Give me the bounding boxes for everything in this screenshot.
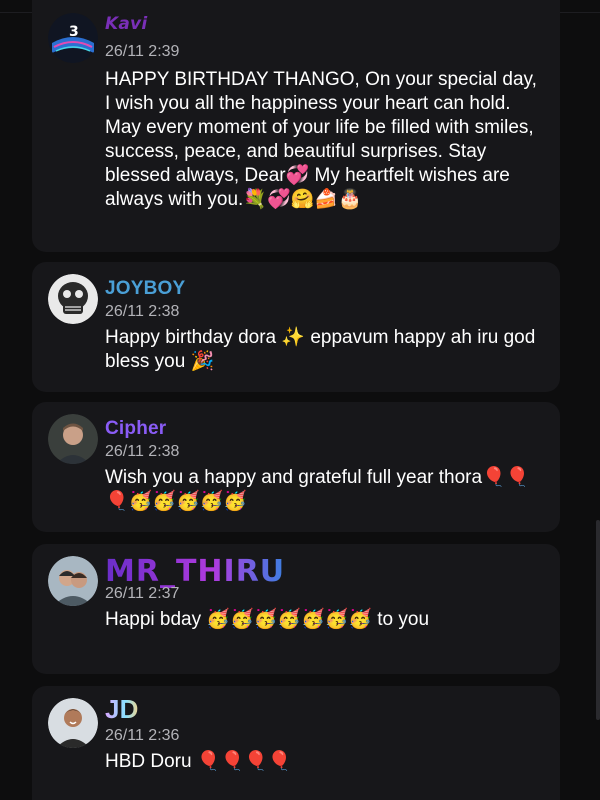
- person-avatar-icon: [48, 698, 98, 748]
- username[interactable]: JD: [105, 694, 139, 725]
- message-card[interactable]: MR_THIRU 26/11 2:37 Happi bday 🥳🥳🥳🥳🥳🥳🥳 t…: [32, 544, 560, 674]
- message-text: Happi bday 🥳🥳🥳🥳🥳🥳🥳 to you: [105, 609, 430, 630]
- message-card[interactable]: 3 Kavi 26/11 2:39 HAPPY BIRTHDAY THANGO,…: [32, 0, 560, 252]
- timestamp: 26/11 2:39: [105, 43, 180, 60]
- skull-avatar-icon: [48, 274, 98, 324]
- avatar[interactable]: [48, 274, 98, 324]
- message-text: HBD Doru 🎈🎈🎈🎈: [105, 751, 292, 772]
- timestamp: 26/11 2:37: [105, 585, 180, 602]
- chat-feed: 3 Kavi 26/11 2:39 HAPPY BIRTHDAY THANGO,…: [0, 0, 600, 800]
- timestamp: 26/11 2:38: [105, 443, 180, 460]
- avatar[interactable]: 3: [48, 13, 98, 63]
- username[interactable]: MR_THIRU: [105, 554, 285, 589]
- timestamp: 26/11 2:38: [105, 303, 180, 320]
- scrollbar[interactable]: [596, 520, 600, 720]
- person-avatar-icon: [48, 414, 98, 464]
- message-text: Happy birthday dora ✨ eppavum happy ah i…: [105, 327, 536, 372]
- timestamp: 26/11 2:36: [105, 727, 180, 744]
- avatar-graphic-icon: 3: [48, 13, 98, 63]
- svg-text:3: 3: [69, 24, 79, 40]
- username[interactable]: JOYBOY: [105, 278, 185, 300]
- message-card[interactable]: JOYBOY 26/11 2:38 Happy birthday dora ✨ …: [32, 262, 560, 392]
- avatar[interactable]: [48, 698, 98, 748]
- message-card[interactable]: Cipher 26/11 2:38 Wish you a happy and g…: [32, 402, 560, 532]
- message-text: Wish you a happy and grateful full year …: [105, 467, 530, 512]
- username[interactable]: Kavi: [105, 14, 147, 34]
- username[interactable]: Cipher: [105, 418, 166, 440]
- avatar[interactable]: [48, 414, 98, 464]
- avatar[interactable]: [48, 556, 98, 606]
- message-text: HAPPY BIRTHDAY THANGO, On your special d…: [105, 69, 537, 210]
- message-card[interactable]: JD 26/11 2:36 HBD Doru 🎈🎈🎈🎈: [32, 686, 560, 800]
- couple-avatar-icon: [48, 556, 98, 606]
